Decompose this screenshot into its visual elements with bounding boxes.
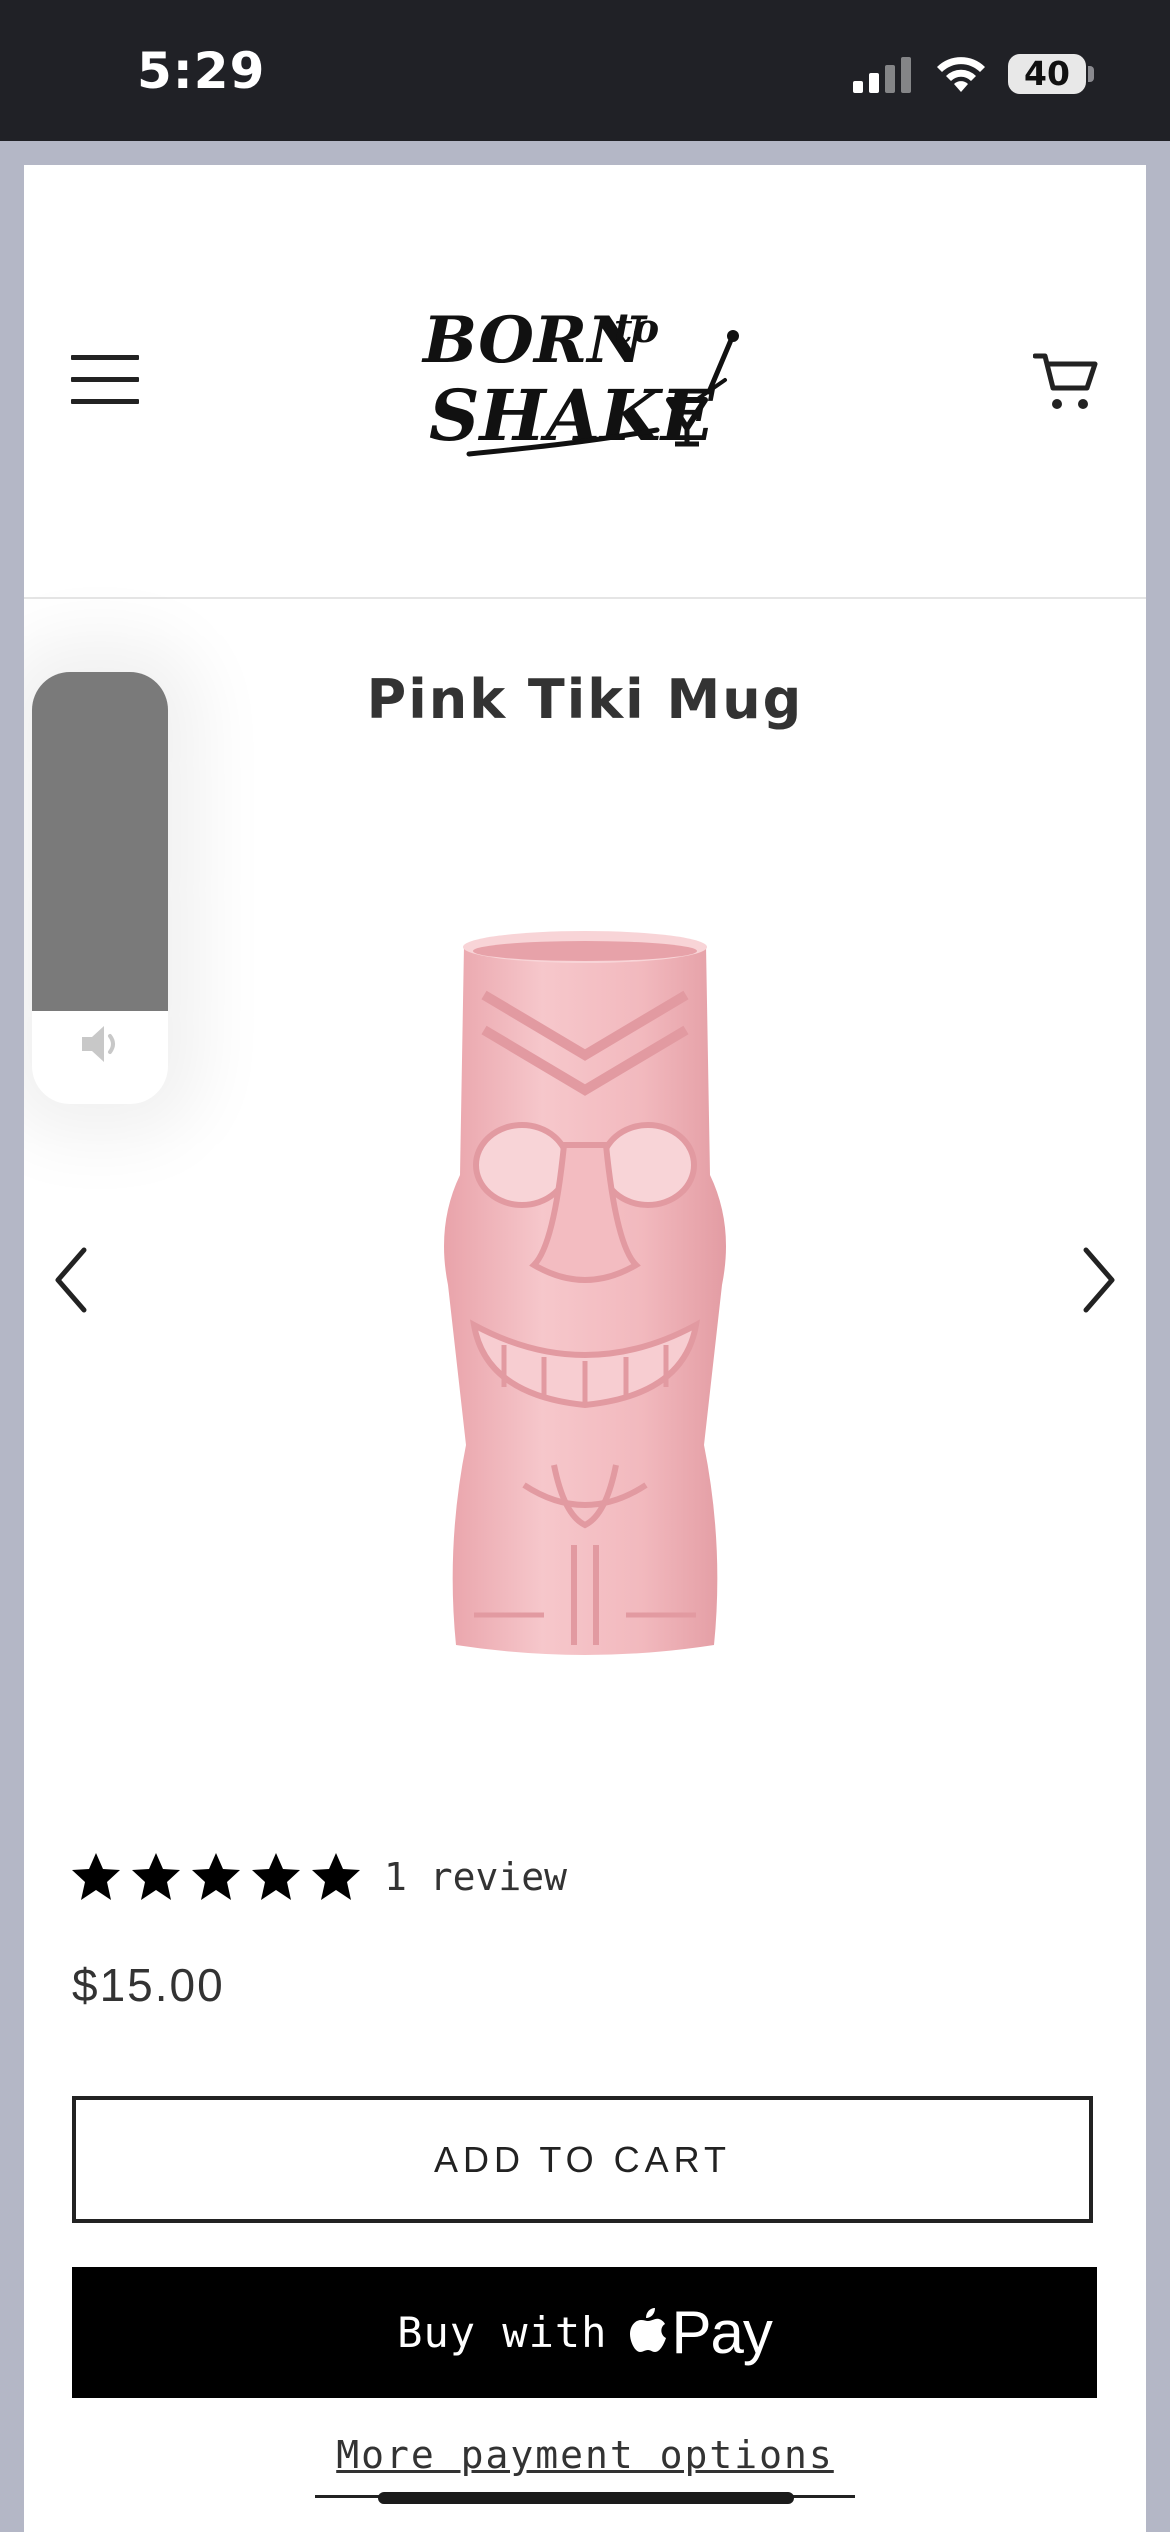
star-icon — [252, 1853, 300, 1900]
product-image[interactable] — [404, 925, 766, 1685]
home-indicator[interactable] — [378, 2492, 794, 2504]
cellular-signal-icon — [853, 57, 911, 93]
store-page: BORN to SHAKE Pink Tiki Mug 1 review $15… — [24, 165, 1146, 2532]
volume-level-fill — [32, 672, 168, 1011]
chevron-right-icon[interactable] — [1074, 1240, 1124, 1320]
review-count-link[interactable]: 1 review — [384, 1855, 567, 1899]
product-rating[interactable]: 1 review — [70, 1847, 567, 1907]
product-price: $15.00 — [72, 1959, 225, 2011]
speaker-icon — [82, 1026, 115, 1062]
site-header: BORN to SHAKE — [24, 165, 1146, 599]
wifi-icon — [937, 57, 985, 92]
apple-logo-icon — [630, 2307, 667, 2352]
hamburger-menu-icon[interactable] — [71, 355, 139, 405]
add-to-cart-button[interactable]: ADD TO CART — [72, 2096, 1093, 2223]
buy-with-apple-pay-button[interactable]: Buy with Pay — [72, 2267, 1097, 2398]
born-to-shake-logo[interactable]: BORN to SHAKE — [409, 280, 759, 480]
status-time: 5:29 — [137, 42, 266, 100]
battery-indicator: 40 — [1008, 54, 1086, 94]
cart-icon[interactable] — [1033, 350, 1099, 412]
star-icon — [72, 1853, 120, 1900]
star-icon — [192, 1853, 240, 1900]
star-icon — [312, 1853, 360, 1900]
apple-pay-label: Pay — [671, 2299, 772, 2366]
star-icon — [132, 1853, 180, 1900]
more-payment-options-link[interactable]: More payment options — [24, 2433, 1146, 2477]
buy-with-label: Buy with — [397, 2308, 608, 2357]
battery-tip — [1088, 66, 1094, 82]
volume-hud — [32, 672, 168, 1104]
product-title: Pink Tiki Mug — [366, 668, 804, 731]
status-bar: 5:29 40 — [0, 0, 1170, 141]
svg-text:to: to — [614, 305, 659, 352]
chevron-left-icon[interactable] — [46, 1240, 96, 1320]
